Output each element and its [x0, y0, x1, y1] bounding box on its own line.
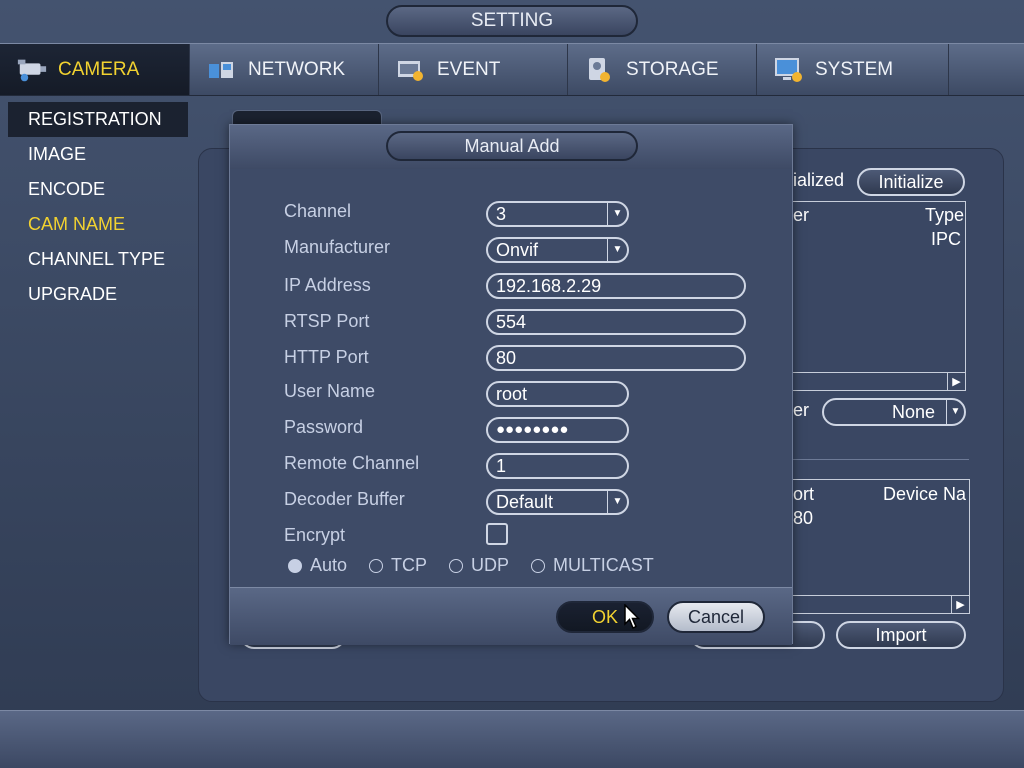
sidebar-item-registration[interactable]: REGISTRATION — [8, 102, 188, 137]
filter-select[interactable]: None ▼ — [822, 398, 966, 426]
manufacturer-value: Onvif — [496, 240, 539, 260]
chevron-down-icon: ▼ — [607, 203, 627, 225]
sidebar-item-channel-type[interactable]: CHANNEL TYPE — [8, 242, 188, 277]
radio-multicast[interactable] — [531, 558, 546, 573]
tab-system[interactable]: SYSTEM — [757, 44, 949, 95]
footer-bar — [0, 710, 1024, 768]
encrypt-label: Encrypt — [284, 525, 346, 545]
cancel-button[interactable]: Cancel — [667, 601, 765, 633]
divider — [793, 459, 969, 460]
sidebar-menu: REGISTRATION IMAGE ENCODE CAM NAME CHANN… — [8, 102, 188, 312]
tab-network[interactable]: NETWORK — [190, 44, 379, 95]
initialize-button[interactable]: Initialize — [857, 168, 965, 196]
rtsp-port-label: RTSP Port — [284, 311, 370, 331]
http-port-label: HTTP Port — [284, 347, 369, 367]
storage-icon — [584, 56, 616, 84]
tab-event[interactable]: EVENT — [379, 44, 568, 95]
added-device-list[interactable]: ort Device Na 80 ▶ — [780, 479, 970, 614]
radio-multicast-label: MULTICAST — [553, 555, 654, 575]
tab-camera[interactable]: CAMERA — [0, 44, 190, 95]
radio-udp-label: UDP — [471, 555, 510, 575]
list-type-value: IPC — [931, 229, 962, 249]
decoder-buffer-value: Default — [496, 492, 554, 512]
dialog-body: Channel 3 ▼ Manufacturer Onvif ▼ IP Addr… — [230, 169, 792, 587]
dialog-header: Manual Add — [230, 125, 792, 169]
dialog-footer: OK Cancel — [230, 587, 792, 645]
camera-icon — [16, 56, 48, 84]
main-tabs: CAMERA NETWORK EVENT STORAGE SYSTEM — [0, 43, 1024, 96]
chevron-down-icon: ▼ — [946, 400, 964, 424]
radio-tcp[interactable] — [369, 558, 384, 573]
user-name-label: User Name — [284, 381, 376, 401]
initialized-label: ialized — [793, 170, 845, 190]
list-type-header: Type — [925, 205, 965, 225]
list-port-header: ort — [793, 484, 815, 504]
radio-tcp-label: TCP — [391, 555, 428, 575]
sidebar-item-encode[interactable]: ENCODE — [8, 172, 188, 207]
ip-address-label: IP Address — [284, 275, 371, 295]
mouse-cursor-icon — [624, 603, 641, 635]
radio-auto-label: Auto — [310, 555, 348, 575]
encrypt-checkbox[interactable] — [486, 523, 508, 545]
scroll-right-icon[interactable]: ▶ — [947, 373, 965, 391]
dialog-title: Manual Add — [386, 131, 638, 161]
protocol-radio-group: Auto TCP UDP MULTICAST — [288, 555, 668, 576]
channel-label: Channel — [284, 201, 352, 221]
tab-label: SYSTEM — [815, 58, 894, 80]
remote-channel-label: Remote Channel — [284, 453, 420, 473]
radio-auto[interactable] — [288, 558, 302, 573]
device-search-list[interactable]: er Type IPC ▶ — [780, 201, 966, 391]
decoder-buffer-select[interactable]: Default ▼ — [486, 489, 629, 515]
sidebar-item-upgrade[interactable]: UPGRADE — [8, 277, 188, 312]
chevron-down-icon: ▼ — [607, 239, 627, 261]
window-title: SETTING — [386, 5, 638, 37]
decoder-buffer-label: Decoder Buffer — [284, 489, 405, 509]
channel-value: 3 — [496, 204, 507, 224]
radio-udp[interactable] — [449, 558, 464, 573]
manufacturer-select[interactable]: Onvif ▼ — [486, 237, 629, 263]
tab-label: CAMERA — [58, 58, 140, 80]
rtsp-port-input[interactable]: 554 — [486, 309, 746, 335]
remote-channel-input[interactable]: 1 — [486, 453, 629, 479]
scroll-right-icon[interactable]: ▶ — [951, 596, 969, 614]
list-device-name-header: Device Na — [883, 484, 967, 504]
manual-add-dialog: Manual Add Channel 3 ▼ Manufacturer Onvi… — [229, 124, 793, 645]
import-button[interactable]: Import — [836, 621, 966, 649]
system-icon — [773, 56, 805, 84]
list-port-value: 80 — [793, 508, 814, 528]
list-column-header: er — [793, 205, 810, 225]
event-icon — [395, 56, 427, 84]
filter-label: er — [793, 400, 810, 420]
password-label: Password — [284, 417, 364, 437]
sidebar-item-cam-name[interactable]: CAM NAME — [8, 207, 188, 242]
tab-storage[interactable]: STORAGE — [568, 44, 757, 95]
tab-label: NETWORK — [248, 58, 346, 80]
ip-address-input[interactable]: 192.168.2.29 — [486, 273, 746, 299]
network-icon — [206, 56, 238, 84]
channel-select[interactable]: 3 ▼ — [486, 201, 629, 227]
tab-label: EVENT — [437, 58, 501, 80]
chevron-down-icon: ▼ — [607, 491, 627, 513]
password-input[interactable]: ●●●●●●●● — [486, 417, 629, 443]
tab-label: STORAGE — [626, 58, 719, 80]
http-port-input[interactable]: 80 — [486, 345, 746, 371]
user-name-input[interactable]: root — [486, 381, 629, 407]
sidebar-item-image[interactable]: IMAGE — [8, 137, 188, 172]
filter-value: None — [892, 402, 936, 422]
manufacturer-label: Manufacturer — [284, 237, 391, 257]
